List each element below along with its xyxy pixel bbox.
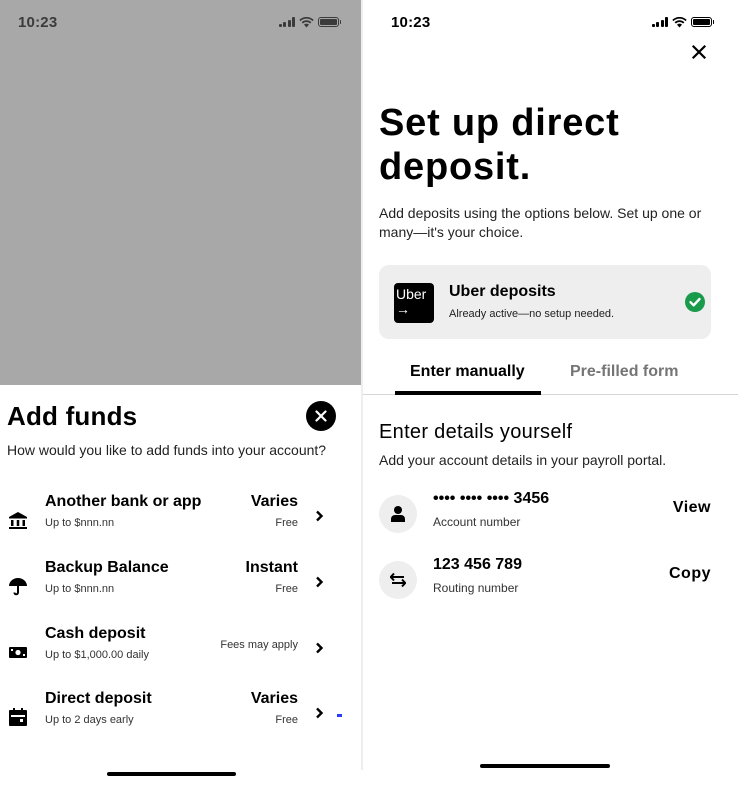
status-bar: 10:23 [0, 0, 361, 44]
account-number-value: •••• •••• •••• 3456 [433, 490, 550, 507]
option-title: Another bank or app [45, 493, 202, 510]
option-subtitle: Up to $nnn.nn [45, 583, 115, 595]
option-speed: Varies [250, 493, 298, 510]
tab-enter-manually[interactable]: Enter manually [410, 363, 525, 381]
routing-number-label: Routing number [433, 581, 519, 595]
status-time: 10:23 [391, 13, 431, 31]
battery-icon [318, 17, 341, 27]
chevron-right-icon [316, 576, 324, 588]
close-icon[interactable] [689, 42, 709, 62]
wifi-icon [672, 16, 687, 27]
person-icon [379, 495, 417, 533]
bank-icon [9, 512, 27, 529]
section-title: Enter details yourself [379, 421, 573, 443]
option-fee: Free [275, 714, 298, 726]
option-fee: Free [275, 583, 298, 595]
active-tab-indicator [395, 391, 541, 395]
calendar-icon [9, 708, 27, 726]
direct-deposit-screen: 10:23 Set up direct deposit. Add deposit… [363, 0, 738, 796]
option-title: Backup Balance [45, 559, 169, 576]
account-number-label: Account number [433, 515, 521, 529]
add-funds-sheet: Add funds How would you like to add fund… [0, 385, 361, 796]
uber-logo-arrow: → [396, 301, 410, 317]
option-another-bank[interactable]: Another bank or app Up to $nnn.nn Varies… [0, 493, 361, 543]
option-fee: Free [275, 517, 298, 529]
option-subtitle: Up to 2 days early [45, 714, 134, 726]
routing-number-row: 123 456 789 Routing number Copy [379, 556, 719, 605]
home-indicator[interactable] [107, 772, 236, 776]
uber-deposits-card[interactable]: Uber → Uber deposits Already active—no s… [379, 265, 711, 339]
option-direct-deposit[interactable]: Direct deposit Up to 2 days early Varies… [0, 690, 361, 740]
uber-card-title: Uber deposits [449, 283, 556, 300]
status-bar: 10:23 [363, 0, 738, 44]
tab-pre-filled-form[interactable]: Pre-filled form [570, 363, 678, 381]
signal-icon [278, 17, 295, 27]
wifi-icon [299, 16, 314, 27]
dimmed-overlay[interactable] [0, 0, 361, 385]
routing-number-value: 123 456 789 [433, 556, 522, 573]
signal-icon [651, 17, 668, 27]
page-description: Add deposits using the options below. Se… [379, 205, 702, 240]
account-number-row: •••• •••• •••• 3456 Account number View [379, 490, 719, 539]
sheet-title: Add funds [7, 401, 138, 431]
option-title: Direct deposit [45, 690, 152, 707]
battery-icon [691, 17, 714, 27]
option-speed: Instant [245, 559, 298, 576]
check-circle-icon [685, 292, 705, 312]
swap-arrows-icon [379, 561, 417, 599]
option-cash-deposit[interactable]: Cash deposit Up to $1,000.00 daily Fees … [0, 625, 361, 675]
sheet-subtitle: How would you like to add funds into you… [7, 442, 327, 458]
option-title: Cash deposit [45, 625, 146, 642]
copy-button[interactable]: Copy [669, 565, 711, 583]
option-fee: Fees may apply [220, 639, 298, 651]
chevron-right-icon [316, 642, 324, 654]
chevron-right-icon [316, 707, 324, 719]
status-icons [651, 16, 714, 28]
close-icon [315, 410, 327, 422]
view-button[interactable]: View [673, 499, 711, 517]
option-subtitle: Up to $1,000.00 daily [45, 649, 149, 661]
selection-marker [337, 714, 342, 717]
uber-logo-text: Uber [396, 286, 427, 302]
option-subtitle: Up to $nnn.nn [45, 517, 115, 529]
close-sheet-button[interactable] [306, 401, 336, 431]
option-speed: Varies [250, 690, 298, 707]
page-title: Set up direct deposit. [379, 102, 620, 188]
umbrella-icon [9, 578, 27, 596]
status-icons [278, 16, 341, 28]
chevron-right-icon [316, 510, 324, 522]
home-indicator[interactable] [480, 764, 610, 768]
uber-logo: Uber → [394, 283, 434, 323]
add-funds-screen: 10:23 Add funds How would you like to ad… [0, 0, 361, 796]
uber-card-subtitle: Already active—no setup needed. [449, 308, 615, 320]
option-backup-balance[interactable]: Backup Balance Up to $nnn.nn Instant Fre… [0, 559, 361, 609]
cash-icon [9, 647, 27, 658]
status-time: 10:23 [18, 13, 58, 31]
section-subtitle: Add your account details in your payroll… [379, 452, 667, 468]
